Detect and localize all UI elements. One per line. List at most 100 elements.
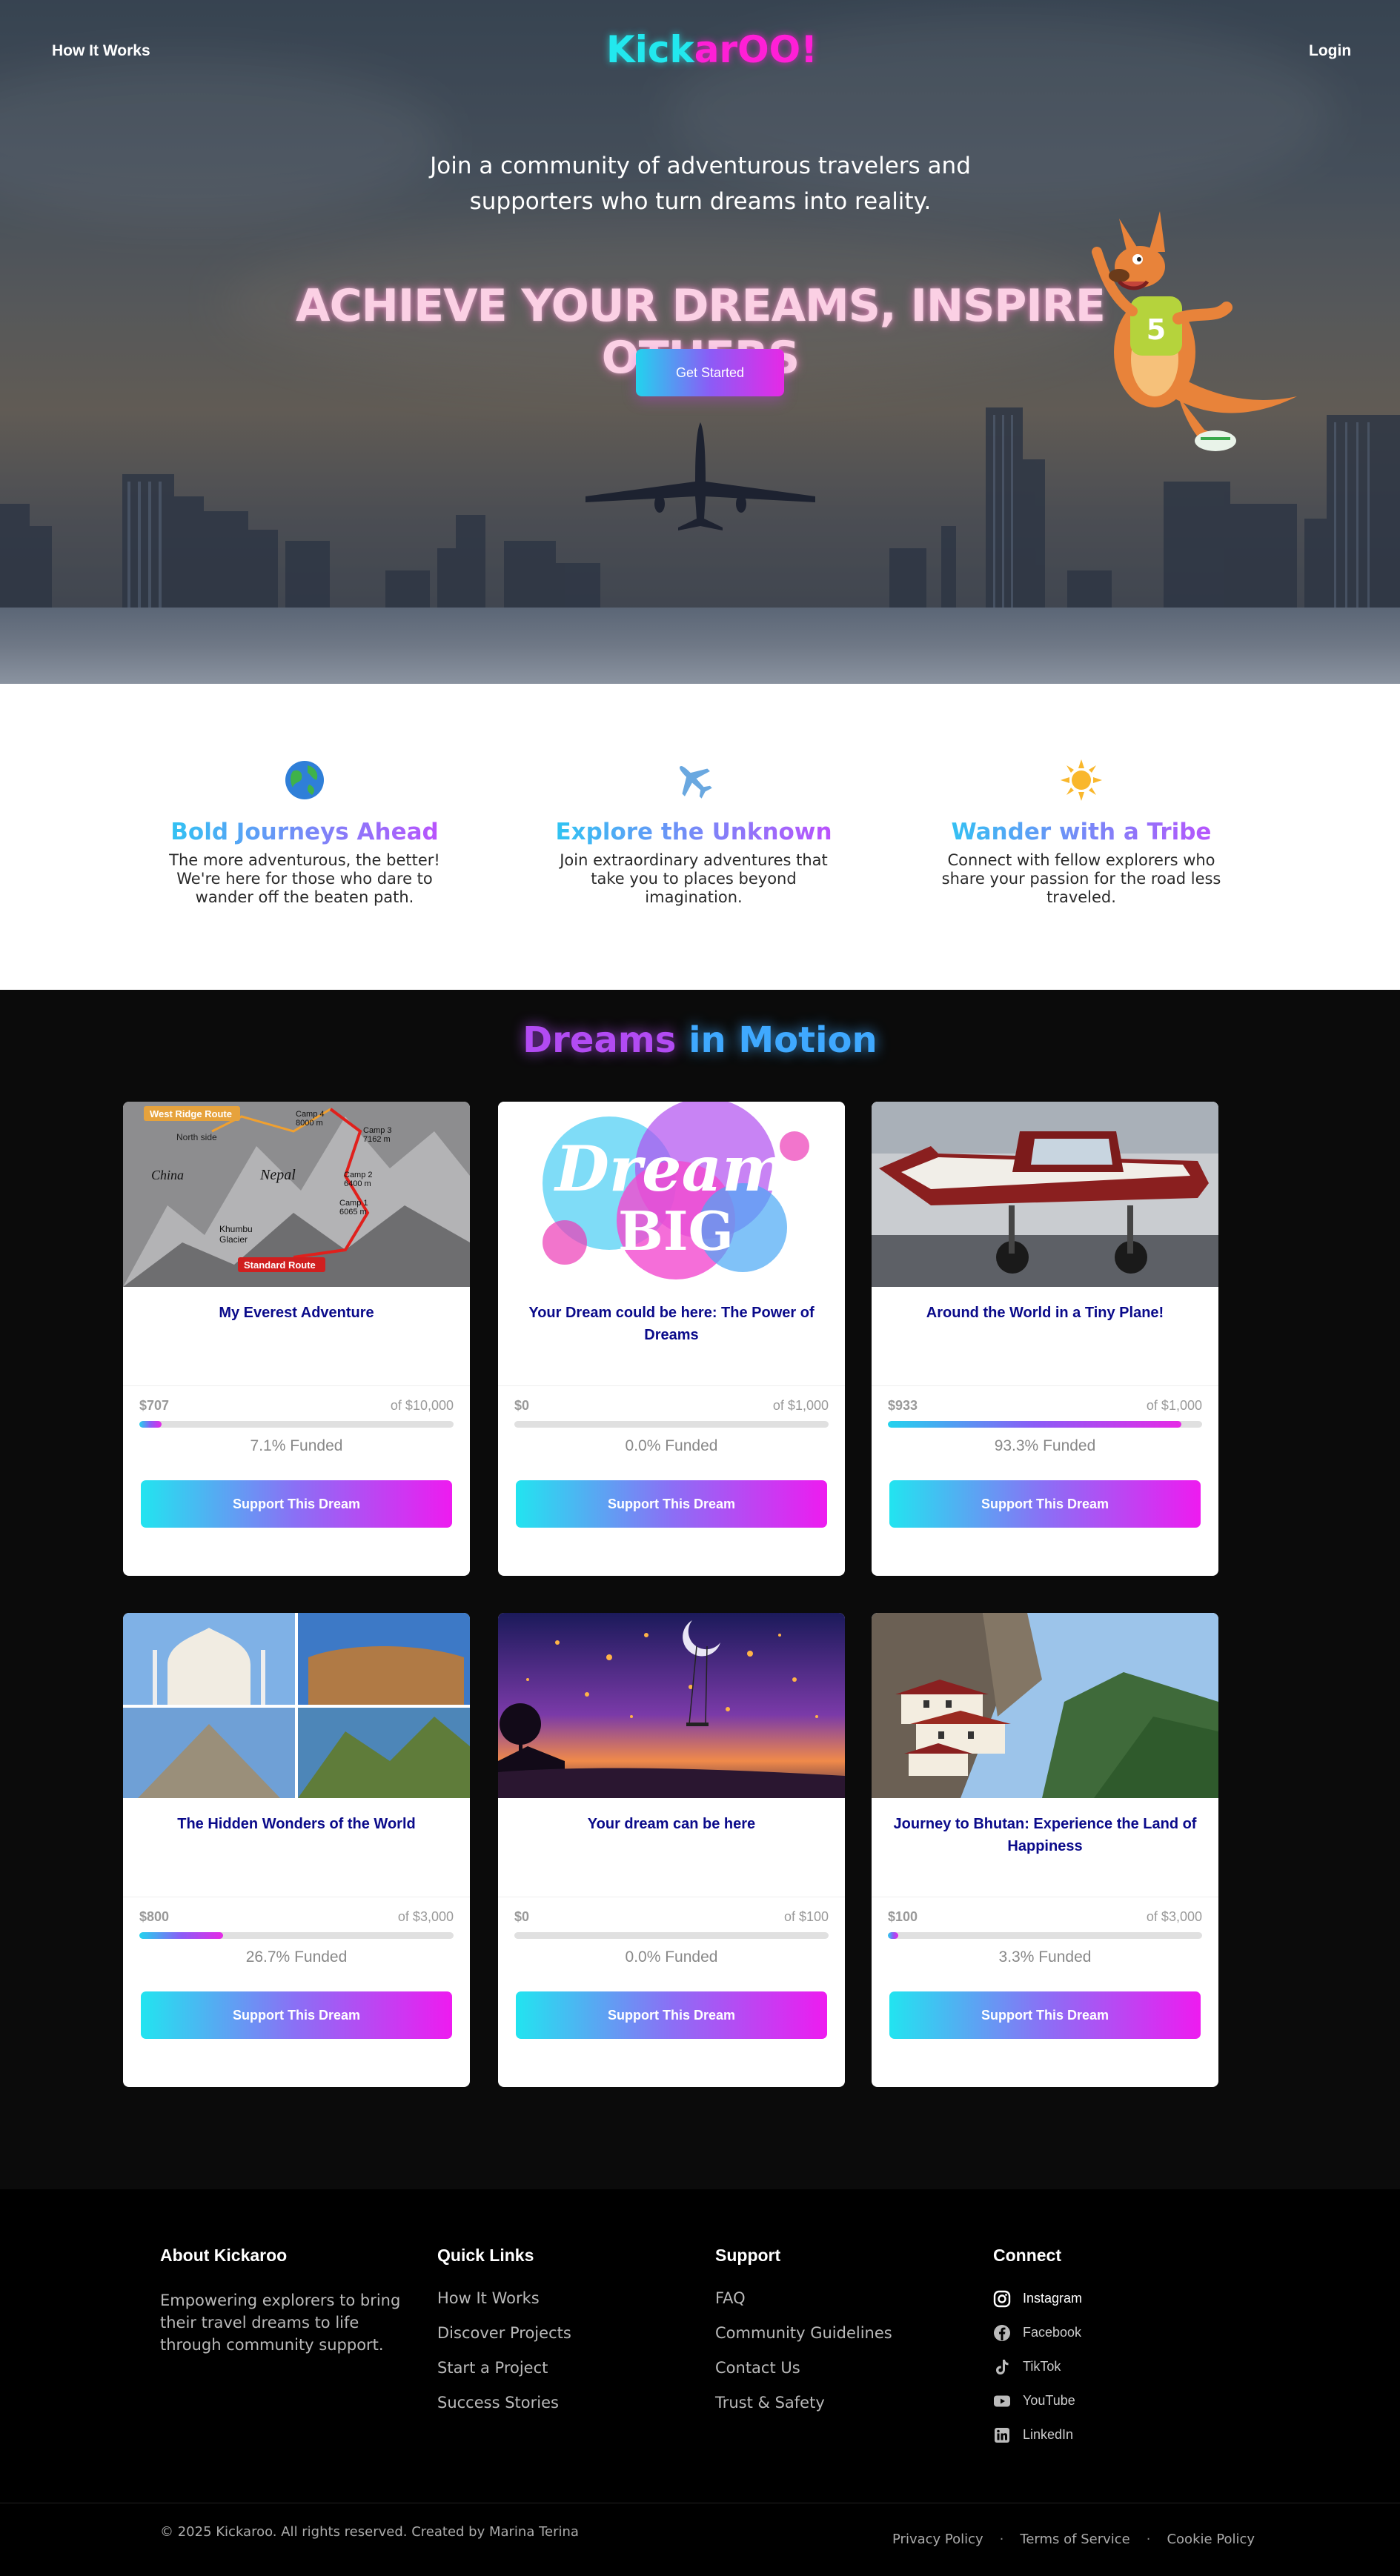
- svg-text:West Ridge Route: West Ridge Route: [150, 1108, 232, 1119]
- funded-percent: 7.1% Funded: [250, 1437, 343, 1454]
- dream-card[interactable]: Dream BIG Your Dream could be here: The …: [498, 1102, 845, 1576]
- svg-text:6400 m: 6400 m: [344, 1179, 371, 1188]
- site-footer: About Kickaroo Empowering explorers to b…: [0, 2189, 1400, 2576]
- social-instagram[interactable]: Instagram: [993, 2289, 1082, 2308]
- raised-amount: $100: [888, 1909, 918, 1924]
- tiny-plane-image: [872, 1102, 1218, 1287]
- footer-link-trust-safety[interactable]: Trust & Safety: [715, 2394, 892, 2412]
- support-dream-button[interactable]: Support This Dream: [516, 1480, 827, 1528]
- privacy-policy-link[interactable]: Privacy Policy: [892, 2532, 983, 2547]
- social-label: Facebook: [1023, 2325, 1082, 2340]
- airplane-image: [585, 422, 815, 530]
- everest-map-image: West Ridge Route North side China Nepal …: [123, 1102, 470, 1287]
- feature-text: The more adventurous, the better! We're …: [169, 851, 440, 906]
- svg-text:BIG: BIG: [618, 1199, 734, 1262]
- footer-link-start-project[interactable]: Start a Project: [437, 2359, 571, 2377]
- dream-card-title: Your Dream could be here: The Power of D…: [528, 1305, 815, 1343]
- footer-about-title: About Kickaroo: [160, 2246, 288, 2265]
- funded-percent: 0.0% Funded: [625, 1948, 718, 1966]
- support-dream-button[interactable]: Support This Dream: [141, 1991, 452, 2039]
- dream-big-image: Dream BIG: [498, 1102, 845, 1287]
- hero-subtitle: Join a community of adventurous traveler…: [430, 153, 971, 215]
- water-reflection: [0, 608, 1400, 684]
- instagram-icon: [993, 2290, 1011, 2307]
- footer-about: About Kickaroo Empowering explorers to b…: [160, 2246, 405, 2356]
- dream-card-title: Your dream can be here: [587, 1816, 756, 1832]
- nav-login[interactable]: Login: [1309, 42, 1351, 60]
- logo-part-kick: Kick: [606, 28, 694, 71]
- svg-text:Camp 4: Camp 4: [296, 1110, 325, 1119]
- dream-card[interactable]: The Hidden Wonders of the World $800 of …: [123, 1613, 470, 2087]
- feature-text: Connect with fellow explorers who share …: [941, 851, 1221, 906]
- dream-card[interactable]: Journey to Bhutan: Experience the Land o…: [872, 1613, 1218, 2087]
- feature-bold-journeys: Bold Journeys Ahead The more adventurous…: [156, 758, 453, 907]
- social-label: Instagram: [1023, 2291, 1083, 2306]
- progress-fill: [139, 1421, 162, 1428]
- svg-text:Standard Route: Standard Route: [244, 1259, 316, 1271]
- nav-how-it-works[interactable]: How It Works: [52, 42, 150, 60]
- goal-amount: of $100: [783, 1909, 829, 1924]
- dreams-title-part2: in Motion: [689, 1019, 878, 1061]
- social-tiktok[interactable]: TikTok: [993, 2357, 1082, 2376]
- svg-text:8000 m: 8000 m: [296, 1119, 323, 1128]
- site-logo[interactable]: KickarOO!: [606, 28, 817, 71]
- get-started-button[interactable]: Get Started: [636, 349, 784, 396]
- sun-icon: [1061, 759, 1102, 801]
- footer-link-community-guidelines[interactable]: Community Guidelines: [715, 2324, 892, 2342]
- dream-card[interactable]: Your dream can be here $0 of $100 0.0% F…: [498, 1613, 845, 2087]
- footer-support: Support FAQ Community Guidelines Contact…: [715, 2246, 892, 2429]
- svg-text:Dream: Dream: [554, 1132, 788, 1205]
- progress-bar: [514, 1932, 829, 1939]
- feature-title: Bold Journeys Ahead: [156, 819, 453, 845]
- footer-link-how-it-works[interactable]: How It Works: [437, 2289, 571, 2307]
- progress-bar: [139, 1932, 454, 1939]
- social-facebook[interactable]: Facebook: [993, 2323, 1082, 2342]
- cookie-policy-link[interactable]: Cookie Policy: [1167, 2532, 1255, 2547]
- dream-card-title: The Hidden Wonders of the World: [177, 1816, 416, 1832]
- progress-fill: [888, 1421, 1181, 1428]
- logo-part-aroo: arOO!: [694, 28, 817, 71]
- feature-title: Wander with a Tribe: [933, 819, 1230, 845]
- svg-text:Camp 3: Camp 3: [363, 1126, 392, 1135]
- footer-link-faq[interactable]: FAQ: [715, 2289, 892, 2307]
- dream-card-title: My Everest Adventure: [219, 1305, 374, 1321]
- footer-link-success-stories[interactable]: Success Stories: [437, 2394, 571, 2412]
- progress-bar: [888, 1932, 1202, 1939]
- social-linkedin[interactable]: LinkedIn: [993, 2426, 1082, 2444]
- footer-connect-title: Connect: [993, 2246, 1061, 2265]
- progress-bar: [514, 1421, 829, 1428]
- dreams-title-part1: Dreams: [522, 1019, 677, 1061]
- social-youtube[interactable]: YouTube: [993, 2392, 1082, 2410]
- dreams-section: Dreams in Motion West Ridge Route North …: [0, 990, 1400, 2189]
- funded-percent: 93.3% Funded: [994, 1437, 1096, 1454]
- separator-dot: ·: [999, 2532, 1004, 2547]
- wonders-collage-image: [123, 1613, 470, 1798]
- goal-amount: of $1,000: [1146, 1398, 1202, 1413]
- svg-text:Nepal: Nepal: [259, 1167, 296, 1183]
- funded-percent: 3.3% Funded: [998, 1948, 1092, 1966]
- progress-fill: [139, 1932, 224, 1939]
- support-dream-button[interactable]: Support This Dream: [141, 1480, 452, 1528]
- dream-card[interactable]: West Ridge Route North side China Nepal …: [123, 1102, 470, 1576]
- social-label: LinkedIn: [1023, 2427, 1074, 2442]
- svg-text:7162 m: 7162 m: [363, 1135, 391, 1144]
- svg-text:Khumbu: Khumbu: [219, 1224, 253, 1234]
- terms-of-service-link[interactable]: Terms of Service: [1020, 2532, 1129, 2547]
- support-dream-button[interactable]: Support This Dream: [516, 1991, 827, 2039]
- feature-tribe: Wander with a Tribe Connect with fellow …: [933, 758, 1230, 907]
- support-dream-button[interactable]: Support This Dream: [889, 1991, 1201, 2039]
- social-label: TikTok: [1023, 2359, 1061, 2374]
- feature-explore: Explore the Unknown Join extraordinary a…: [545, 758, 842, 907]
- raised-amount: $0: [514, 1398, 530, 1413]
- feature-text: Join extraordinary adventures that take …: [560, 851, 828, 906]
- separator-dot: ·: [1146, 2532, 1151, 2547]
- footer-link-contact-us[interactable]: Contact Us: [715, 2359, 892, 2377]
- goal-amount: of $3,000: [397, 1909, 454, 1924]
- dream-card[interactable]: Around the World in a Tiny Plane! $933 o…: [872, 1102, 1218, 1576]
- support-dream-button[interactable]: Support This Dream: [889, 1480, 1201, 1528]
- footer-link-discover-projects[interactable]: Discover Projects: [437, 2324, 571, 2342]
- dream-card-title: Journey to Bhutan: Experience the Land o…: [893, 1816, 1197, 1854]
- raised-amount: $933: [888, 1398, 918, 1413]
- goal-amount: of $1,000: [772, 1398, 829, 1413]
- globe-icon: [285, 761, 324, 799]
